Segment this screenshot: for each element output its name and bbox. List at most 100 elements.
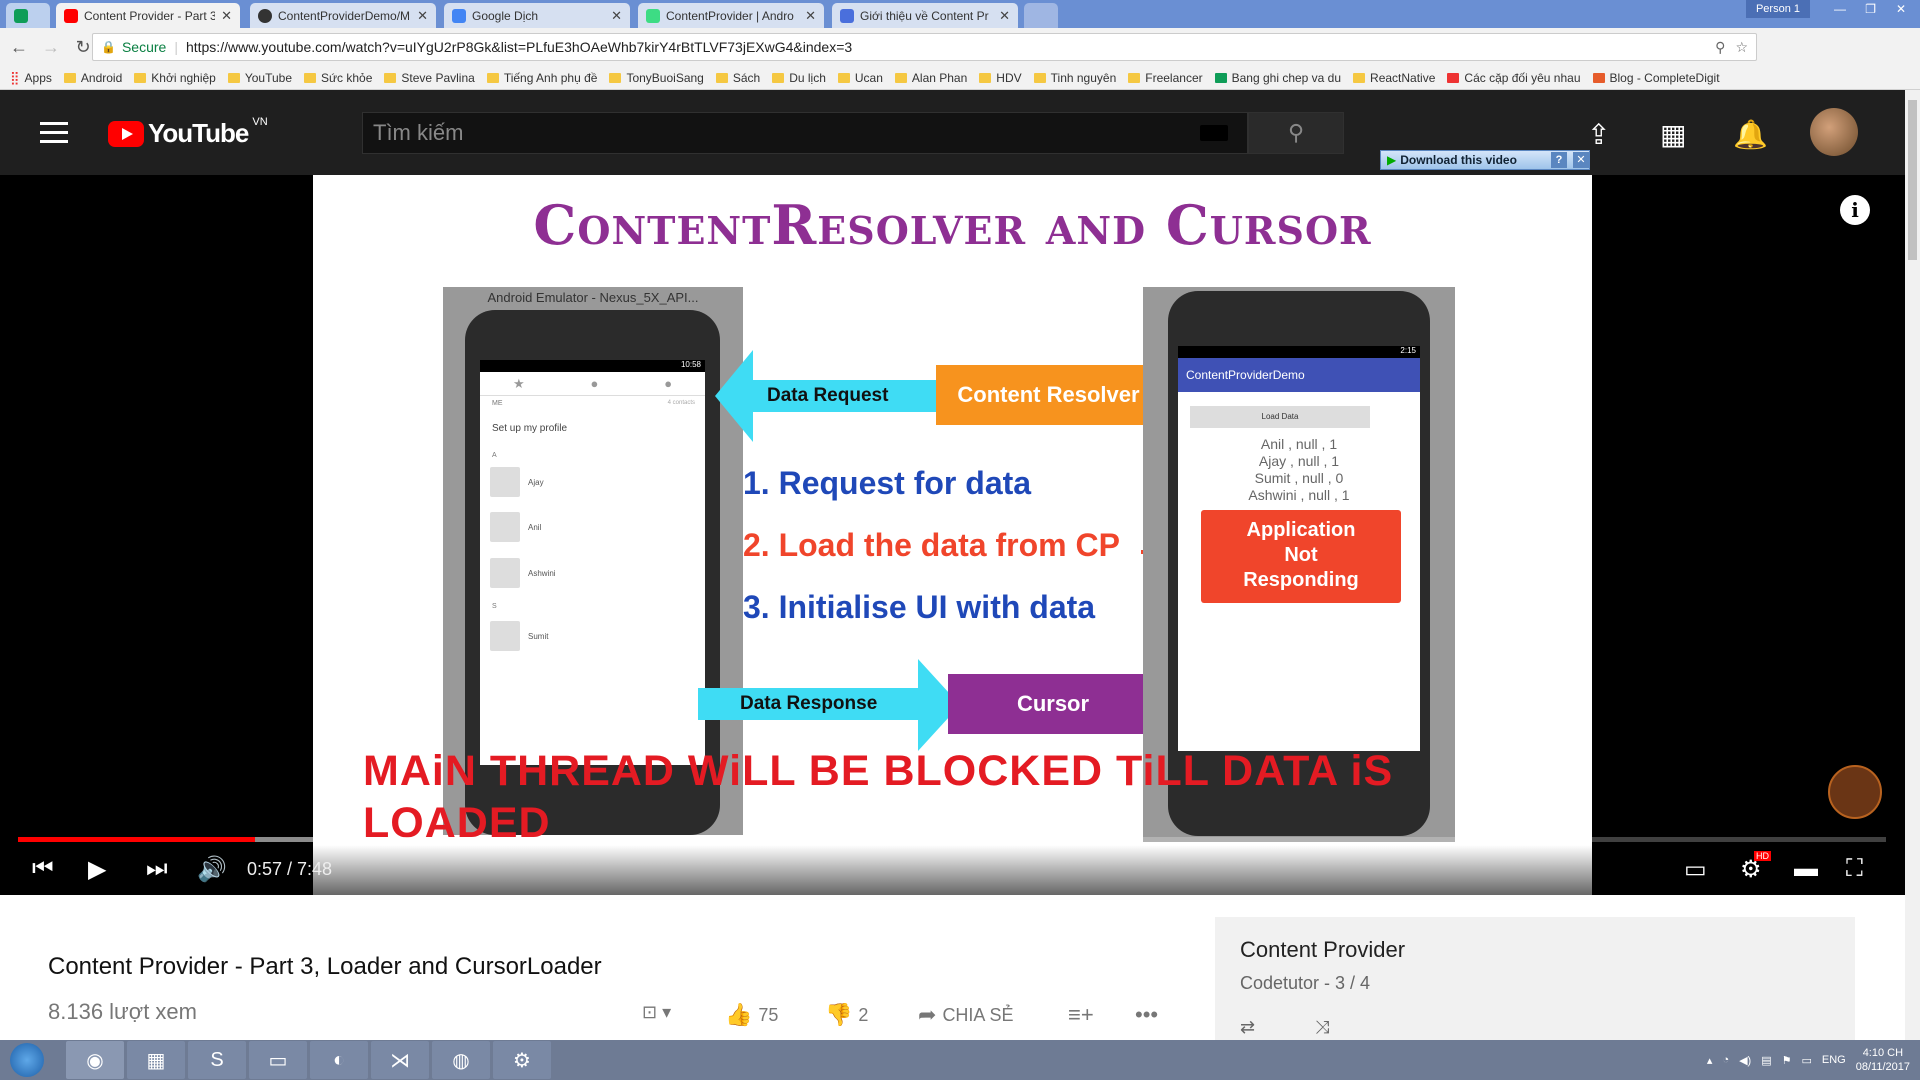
playlist-panel[interactable]: Content Provider Codetutor - 3 / 4 ⇄ ⤨ (1215, 917, 1855, 1040)
restore-icon[interactable]: ❐ (1865, 2, 1876, 16)
notifications-bell-icon[interactable]: 🔔 (1733, 118, 1768, 151)
next-icon[interactable]: ⏭ (146, 855, 168, 883)
keyboard-icon[interactable]: ▭ (1802, 1054, 1812, 1067)
zoom-icon[interactable]: ⚲ (1715, 39, 1725, 56)
list-item[interactable]: Sumit (490, 621, 690, 651)
list-item[interactable]: Ajay (490, 467, 690, 497)
bookmark-link[interactable]: Blog - CompleteDigit (1592, 71, 1720, 85)
previous-icon[interactable]: ⏮ (32, 855, 54, 883)
settings-gear-icon[interactable]: ⚙ HD (1740, 851, 1771, 884)
setup-profile[interactable]: Set up my profile (492, 423, 567, 434)
hamburger-menu-icon[interactable] (40, 122, 68, 144)
flag-icon[interactable]: ⚑ (1782, 1054, 1792, 1067)
file-explorer-app-icon[interactable]: ▭ (249, 1041, 307, 1079)
bookmark-folder[interactable]: TonyBuoiSang (609, 71, 704, 85)
chrome-app-icon[interactable]: ◉ (66, 1041, 124, 1079)
bookmark-sheet[interactable]: Bang ghi chep va du (1214, 71, 1341, 85)
tab-android-docs[interactable]: ContentProvider | Andro ✕ (638, 3, 824, 28)
bookmark-folder[interactable]: Ucan (837, 71, 883, 85)
eclipse-app-icon[interactable]: ◐ (310, 1041, 368, 1079)
spreadsheet-app-icon[interactable]: ▦ (127, 1041, 185, 1079)
sheets-pinned-tab[interactable] (6, 3, 50, 28)
network-icon[interactable]: ◔ (1722, 1054, 1729, 1066)
tab-intro-content-provider[interactable]: Giới thiệu về Content Pr ✕ (832, 3, 1018, 28)
share-button[interactable]: ➦ CHIA SẺ (918, 1002, 1013, 1028)
volume-icon[interactable]: 🔊 (197, 855, 227, 884)
close-icon[interactable]: ✕ (1573, 152, 1589, 168)
close-icon[interactable]: ✕ (221, 8, 232, 24)
page-scrollbar[interactable] (1905, 90, 1920, 1040)
skype-app-icon[interactable]: S (188, 1041, 246, 1079)
new-tab-button[interactable] (1024, 3, 1058, 28)
close-icon[interactable]: ✕ (805, 8, 816, 24)
dislike-button[interactable]: 👎 2 (825, 1002, 868, 1028)
bookmark-folder[interactable]: Khởi nghiệp (134, 71, 216, 85)
bookmark-folder[interactable]: Sức khỏe (304, 71, 372, 85)
play-icon[interactable]: ▶ (88, 855, 106, 884)
search-button[interactable]: ⚲ (1248, 112, 1344, 154)
address-bar[interactable]: 🔒 Secure | https://www.youtube.com/watch… (92, 33, 1757, 61)
add-to-icon[interactable]: ⊡ ▾ (642, 1002, 671, 1023)
list-item[interactable]: Ashwini (490, 558, 690, 588)
help-icon[interactable]: ? (1551, 152, 1567, 168)
close-window-icon[interactable]: ✕ (1896, 2, 1906, 16)
bookmark-folder[interactable]: ReactNative (1353, 71, 1435, 85)
upload-icon[interactable]: ⇪ (1587, 118, 1610, 151)
bookmark-folder[interactable]: HDV (979, 71, 1022, 85)
avatar[interactable] (1810, 108, 1858, 156)
keyboard-icon[interactable] (1200, 125, 1228, 141)
apps-grid-icon[interactable]: ▦ (1660, 118, 1686, 151)
volume-icon[interactable]: ◀) (1739, 1054, 1751, 1067)
forward-icon[interactable]: → (38, 37, 64, 58)
tab-youtube[interactable]: Content Provider - Part 3 ✕ (56, 3, 240, 28)
bookmark-folder[interactable]: Freelancer (1128, 71, 1203, 85)
group-icon[interactable]: ● (664, 376, 672, 391)
bookmark-folder[interactable]: Alan Phan (894, 71, 967, 85)
android-studio-app-icon[interactable]: ⚙ (493, 1041, 551, 1079)
paint-app-icon[interactable]: ◍ (432, 1041, 490, 1079)
search-input[interactable]: Tìm kiếm (362, 112, 1248, 154)
vscode-app-icon[interactable]: ⋊ (371, 1041, 429, 1079)
youtube-logo[interactable]: YouTube VN (108, 116, 268, 149)
shuffle-icon[interactable]: ⤨ (1315, 1017, 1329, 1038)
bookmark-folder[interactable]: Tiếng Anh phụ đề (486, 71, 597, 85)
load-data-button[interactable]: Load Data (1190, 406, 1370, 428)
start-button-icon[interactable] (10, 1043, 44, 1077)
theater-mode-icon[interactable]: ▬ (1794, 855, 1818, 883)
more-icon[interactable]: ••• (1135, 1002, 1158, 1028)
bookmark-folder[interactable]: Android (63, 71, 122, 85)
bookmark-folder[interactable]: Sách (715, 71, 760, 85)
bookmark-folder[interactable]: Steve Pavlina (384, 71, 475, 85)
video-player[interactable]: ContentResolver and Cursor Android Emula… (0, 175, 1905, 895)
close-icon[interactable]: ✕ (999, 8, 1010, 24)
info-icon[interactable]: i (1840, 195, 1870, 225)
action-center-icon[interactable]: ▤ (1761, 1054, 1771, 1067)
progress-bar[interactable] (18, 837, 1886, 842)
back-icon[interactable]: ← (6, 37, 32, 58)
loop-icon[interactable]: ⇄ (1240, 1017, 1255, 1038)
scrollbar-thumb[interactable] (1908, 100, 1917, 260)
like-button[interactable]: 👍 75 (725, 1002, 778, 1028)
tab-google-translate[interactable]: Google Dịch ✕ (444, 3, 630, 28)
subtitles-icon[interactable]: ▭ (1684, 855, 1707, 884)
bookmark-folder[interactable]: Tinh nguyên (1033, 71, 1116, 85)
channel-watermark[interactable] (1828, 765, 1882, 819)
tab-github[interactable]: ContentProviderDemo/M ✕ (250, 3, 436, 28)
list-item[interactable]: Anil (490, 512, 690, 542)
close-icon[interactable]: ✕ (611, 8, 622, 24)
bookmark-star-icon[interactable]: ☆ (1735, 39, 1748, 56)
clock[interactable]: 4:10 CH 08/11/2017 (1856, 1046, 1910, 1074)
bookmark-apps[interactable]: ⣿ Apps (10, 70, 52, 86)
bookmark-link[interactable]: Các cặp đối yêu nhau (1447, 71, 1581, 85)
bookmark-folder[interactable]: YouTube (227, 71, 292, 85)
tray-arrow-icon[interactable]: ▴ (1707, 1054, 1713, 1067)
download-video-button[interactable]: ▶ Download this video ? ✕ (1380, 150, 1590, 170)
profile-button[interactable]: Person 1 (1745, 0, 1810, 18)
language-indicator[interactable]: ENG (1822, 1054, 1846, 1066)
star-icon[interactable]: ★ (513, 376, 525, 392)
add-to-playlist-icon[interactable]: ≡+ (1068, 1002, 1094, 1028)
minimize-icon[interactable]: — (1834, 2, 1846, 16)
close-icon[interactable]: ✕ (417, 8, 428, 24)
bookmark-folder[interactable]: Du lịch (772, 71, 826, 85)
person-icon[interactable]: ● (590, 376, 598, 391)
